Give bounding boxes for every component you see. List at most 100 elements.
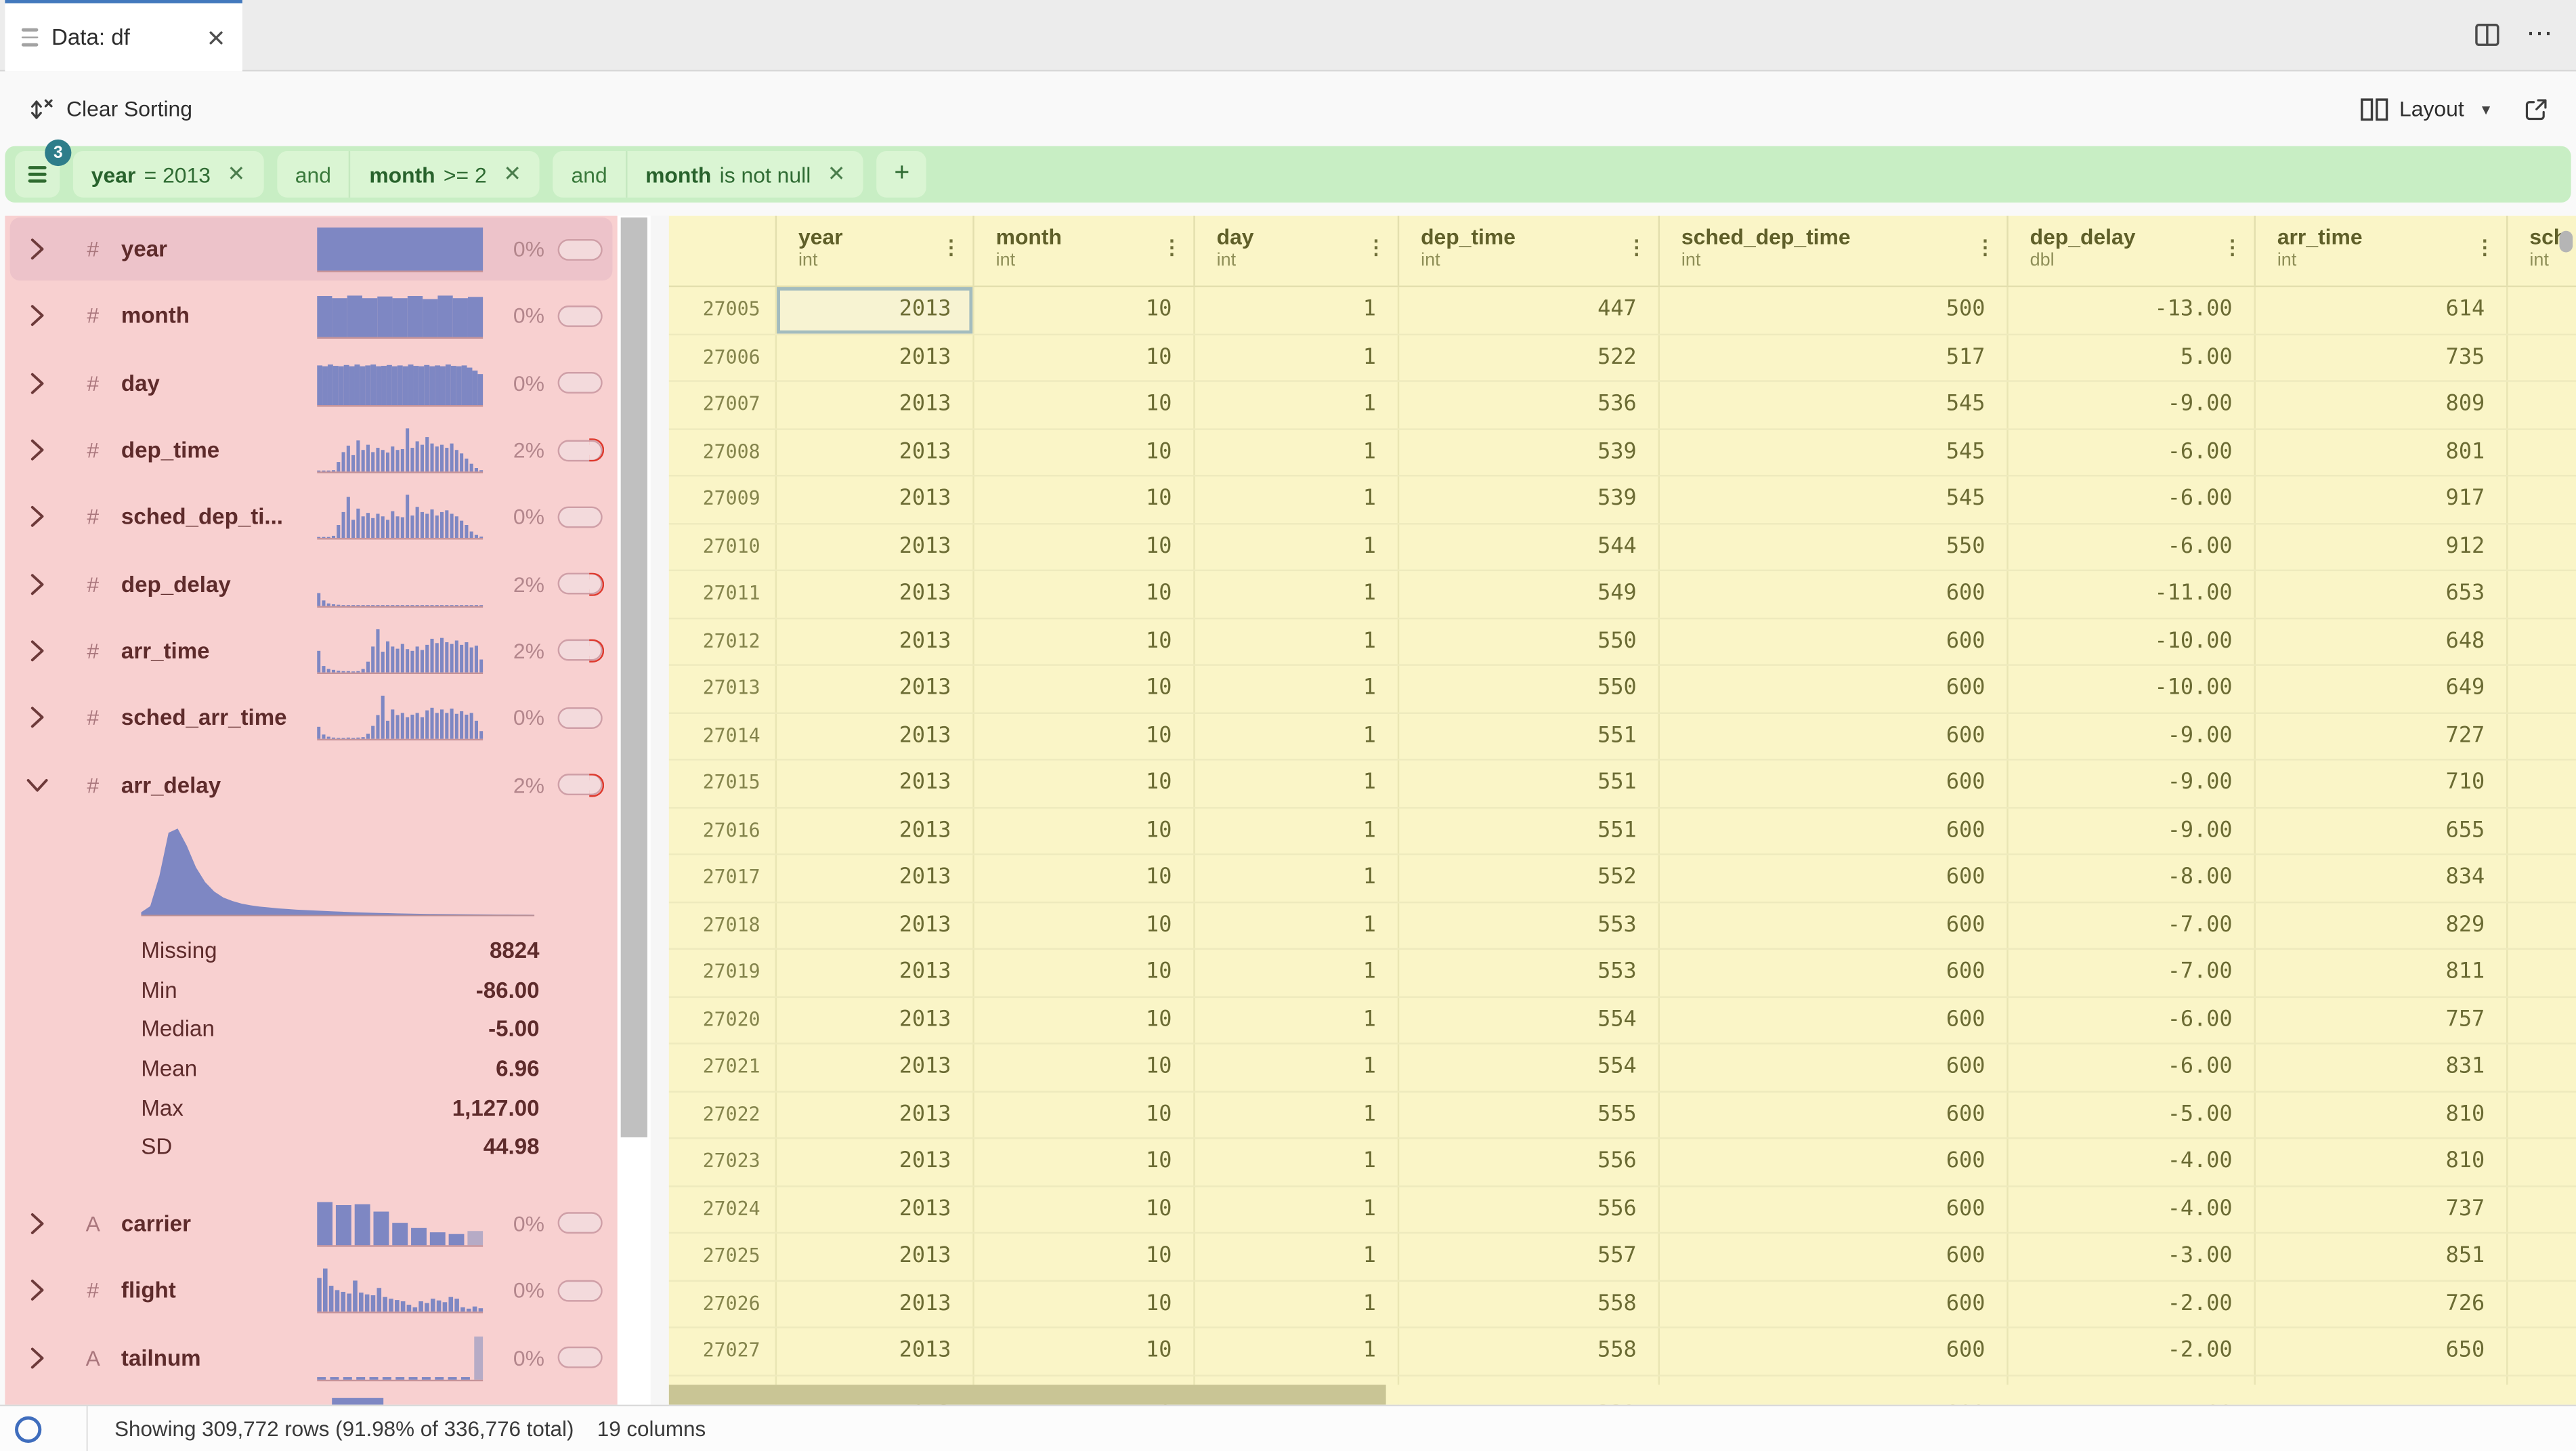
table-cell[interactable] [2508,524,2576,569]
table-cell[interactable]: 1 [1195,1234,1399,1279]
filter-condition-pill[interactable]: monthis not null✕ [627,151,863,198]
table-cell[interactable]: 1 [1195,1092,1399,1137]
table-cell[interactable]: 557 [1399,1234,1660,1279]
chevron-right-icon[interactable] [30,438,47,461]
table-cell[interactable]: 10 [974,429,1195,475]
table-cell[interactable]: -3.00 [2009,1234,2256,1279]
column-menu-icon[interactable]: ⋮ [941,236,961,259]
table-cell[interactable]: -9.00 [2009,382,2256,427]
sidebar-scrollbar-thumb[interactable] [621,217,647,1137]
table-cell[interactable]: 544 [1399,524,1660,569]
layout-button[interactable]: Layout ▼ [2359,96,2493,121]
table-cell[interactable]: 2013 [777,1328,974,1374]
add-filter-button[interactable]: + [877,151,927,198]
table-cell[interactable]: 555 [1399,1092,1660,1137]
table-cell[interactable]: 539 [1399,429,1660,475]
table-cell[interactable]: 554 [1399,1045,1660,1090]
row-number[interactable]: 27024 [669,1186,777,1232]
table-cell[interactable]: 1 [1195,1045,1399,1090]
selected-cell[interactable]: 2013 [777,287,974,333]
table-cell[interactable]: 10 [974,571,1195,616]
column-header-year[interactable]: yearint⋮ [777,216,974,286]
table-cell[interactable]: 554 [1399,997,1660,1043]
row-number[interactable]: 27007 [669,382,777,427]
table-cell[interactable]: -8.00 [2009,855,2256,900]
chevron-right-icon[interactable] [30,505,47,528]
table-cell[interactable]: 810 [2256,1139,2508,1184]
tab-data-df[interactable]: Data: df ✕ [5,0,242,71]
null-indicator-pill[interactable] [558,306,603,327]
table-cell[interactable]: 550 [1660,524,2009,569]
null-indicator-pill[interactable] [558,238,603,260]
table-cell[interactable]: 549 [1399,571,1660,616]
table-cell[interactable]: 550 [1399,618,1660,664]
table-cell[interactable] [2508,1234,2576,1279]
chevron-right-icon[interactable] [30,639,47,662]
table-cell[interactable]: 2013 [777,335,974,380]
table-cell[interactable]: 10 [974,1328,1195,1374]
filter-condition-pill[interactable]: year= 2013✕ [73,151,263,198]
table-cell[interactable]: 447 [1399,287,1660,333]
table-cell[interactable]: 1 [1195,382,1399,427]
table-cell[interactable] [2508,950,2576,995]
table-cell[interactable]: 600 [1660,571,2009,616]
table-cell[interactable]: 653 [2256,571,2508,616]
column-header-dep_delay[interactable]: dep_delaydbl⋮ [2009,216,2256,286]
table-cell[interactable]: -6.00 [2009,997,2256,1043]
table-cell[interactable]: 811 [2256,950,2508,995]
table-cell[interactable]: 522 [1399,335,1660,380]
table-cell[interactable]: 553 [1399,950,1660,995]
table-cell[interactable]: 2013 [777,476,974,522]
table-cell[interactable]: 1 [1195,1328,1399,1374]
table-cell[interactable] [2508,1139,2576,1184]
table-cell[interactable] [2508,761,2576,806]
row-number[interactable]: 27021 [669,1045,777,1090]
row-number[interactable]: 27008 [669,429,777,475]
table-cell[interactable]: 1 [1195,997,1399,1043]
open-in-new-window-icon[interactable] [2523,96,2550,122]
table-cell[interactable] [2508,855,2576,900]
table-cell[interactable]: 552 [1399,855,1660,900]
table-cell[interactable] [2508,1281,2576,1326]
column-menu-icon[interactable]: ⋮ [2474,236,2494,259]
table-cell[interactable]: 2013 [777,761,974,806]
table-cell[interactable]: 2013 [777,807,974,853]
remove-filter-icon[interactable]: ✕ [828,161,846,188]
table-cell[interactable]: 553 [1399,902,1660,948]
table-cell[interactable]: 536 [1399,382,1660,427]
table-cell[interactable]: 600 [1660,1092,2009,1137]
table-cell[interactable]: 10 [974,476,1195,522]
table-cell[interactable]: 650 [2256,1328,2508,1374]
table-cell[interactable]: 545 [1660,382,2009,427]
table-cell[interactable]: 655 [2256,807,2508,853]
row-number[interactable]: 27018 [669,902,777,948]
table-cell[interactable]: 649 [2256,666,2508,711]
table-cell[interactable]: 834 [2256,855,2508,900]
table-cell[interactable]: -13.00 [2009,287,2256,333]
remove-filter-icon[interactable]: ✕ [227,161,245,188]
filter-menu-button[interactable]: 3 [15,151,60,198]
table-cell[interactable]: 2013 [777,997,974,1043]
table-cell[interactable]: 10 [974,761,1195,806]
table-cell[interactable] [2508,1045,2576,1090]
column-menu-icon[interactable]: ⋮ [1975,236,1995,259]
column-menu-icon[interactable]: ⋮ [1366,236,1386,259]
chevron-right-icon[interactable] [30,371,47,394]
table-cell[interactable]: 10 [974,1281,1195,1326]
table-cell[interactable]: 2013 [777,618,974,664]
table-cell[interactable]: 2013 [777,382,974,427]
chevron-down-icon[interactable] [30,773,47,796]
chevron-right-icon[interactable] [30,305,47,328]
row-number[interactable]: 27005 [669,287,777,333]
table-cell[interactable]: 10 [974,287,1195,333]
table-cell[interactable]: 10 [974,902,1195,948]
table-cell[interactable]: 1 [1195,807,1399,853]
table-cell[interactable]: -2.00 [2009,1328,2256,1374]
column-header-arr_time[interactable]: arr_timeint⋮ [2256,216,2508,286]
table-cell[interactable]: 912 [2256,524,2508,569]
null-indicator-pill[interactable] [558,506,603,528]
table-cell[interactable]: 600 [1660,1281,2009,1326]
column-header-month[interactable]: monthint⋮ [974,216,1195,286]
table-cell[interactable]: 539 [1399,476,1660,522]
table-cell[interactable]: -4.00 [2009,1186,2256,1232]
